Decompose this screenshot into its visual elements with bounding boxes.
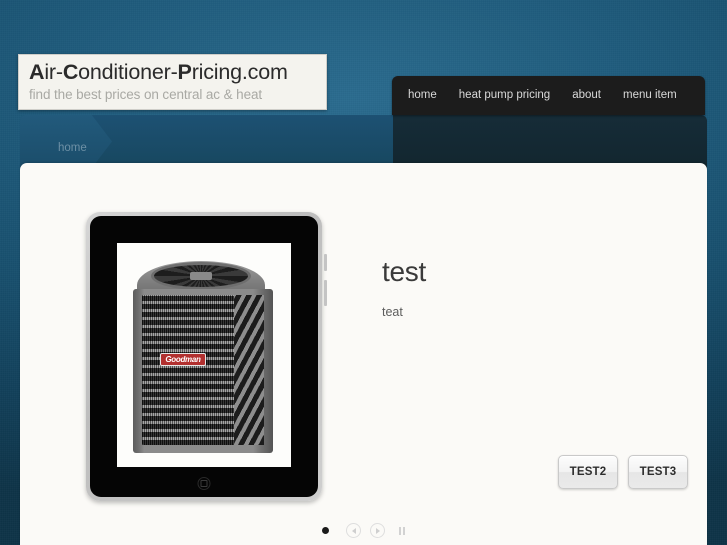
nav-item-home[interactable]: home	[392, 76, 448, 115]
ac-unit-side-grille	[234, 295, 264, 445]
ipad-frame: Goodman	[86, 212, 327, 501]
breadcrumb-dark-section	[393, 115, 707, 168]
ipad-home-button-icon[interactable]	[197, 477, 211, 490]
content-panel: Goodman test teat TEST2 TEST3	[20, 163, 707, 545]
ac-brand-badge: Goodman	[160, 353, 206, 366]
test3-button[interactable]: TEST3	[628, 455, 688, 489]
slide-heading: test	[382, 256, 426, 287]
ac-unit-body-group: Goodman	[133, 261, 273, 453]
pause-icon[interactable]	[399, 526, 405, 535]
next-arrow-icon[interactable]	[370, 523, 385, 538]
pager-dot-1[interactable]	[322, 527, 329, 534]
nav-item-heat-pump-pricing[interactable]: heat pump pricing	[448, 76, 561, 115]
breadcrumb-home-label[interactable]: home	[58, 142, 87, 154]
logo-title: Air-Conditioner-Pricing.com	[29, 60, 288, 84]
main-navigation: home heat pump pricing about menu item	[392, 76, 705, 115]
slide-body-text: teat	[382, 305, 403, 319]
ipad-bezel: Goodman	[90, 216, 318, 497]
nav-item-menu-item[interactable]: menu item	[612, 76, 688, 115]
prev-arrow-icon[interactable]	[346, 523, 361, 538]
page-root: Air-Conditioner-Pricing.com find the bes…	[0, 0, 727, 545]
ac-unit-cabinet: Goodman	[133, 289, 273, 453]
ipad-volume-button-icon	[324, 280, 327, 306]
site-logo[interactable]: Air-Conditioner-Pricing.com find the bes…	[18, 54, 327, 110]
breadcrumb-bar: home	[20, 115, 707, 168]
slider-controls	[20, 523, 707, 538]
ipad-side-button-icon	[324, 254, 327, 271]
logo-tagline: find the best prices on central ac & hea…	[29, 87, 263, 102]
test2-button[interactable]: TEST2	[558, 455, 618, 489]
ac-unit-illustration: Goodman	[117, 243, 291, 467]
nav-item-about[interactable]: about	[561, 76, 612, 115]
product-image: Goodman	[117, 243, 291, 467]
slide-button-group: TEST2 TEST3	[558, 455, 688, 489]
ac-fan-icon	[151, 262, 251, 290]
